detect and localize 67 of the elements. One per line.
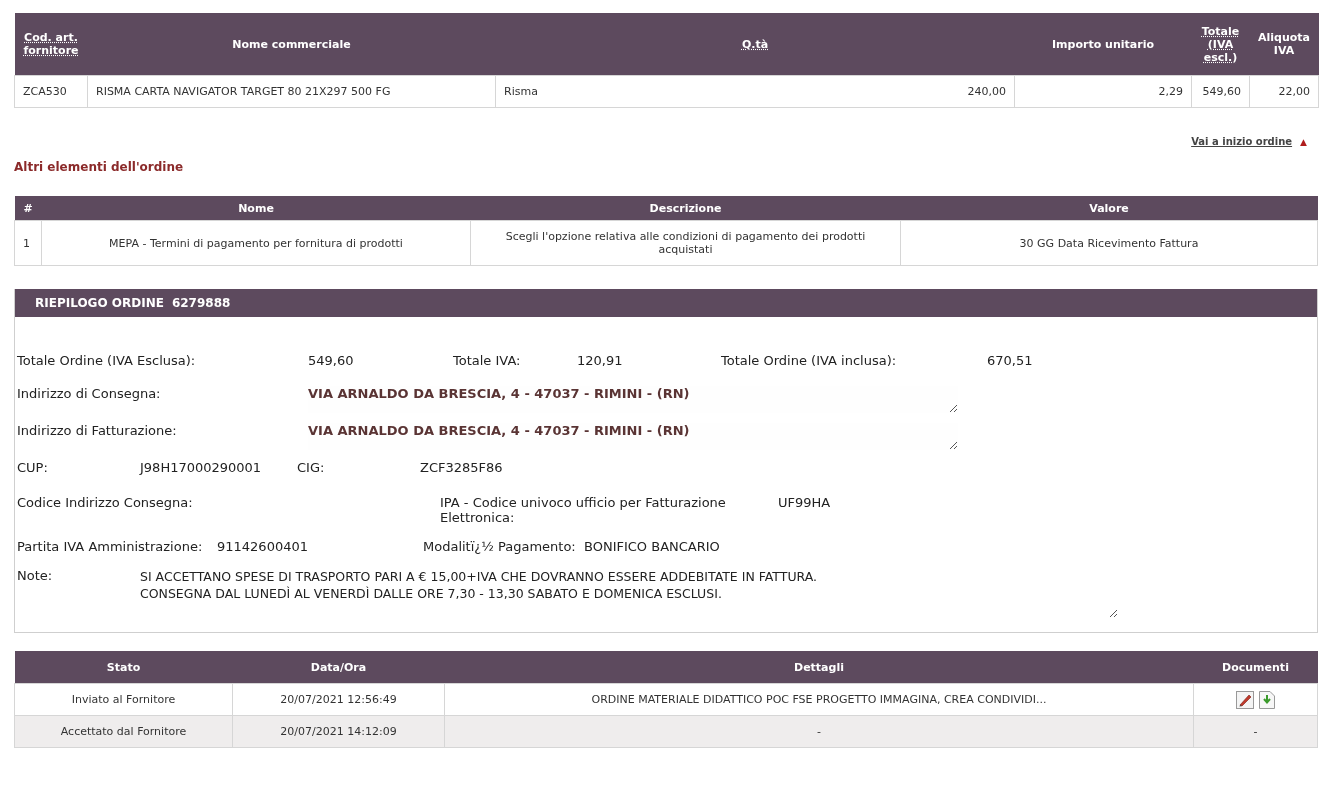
column-header: Documenti bbox=[1193, 651, 1318, 684]
field-label: Totale Ordine (IVA inclusa): bbox=[721, 353, 898, 368]
column-header: Q.tà bbox=[495, 13, 1015, 76]
field-value: 670,51 bbox=[987, 353, 1033, 368]
table-cell: 1 bbox=[14, 220, 42, 266]
column-header: Data/Ora bbox=[232, 651, 445, 684]
table-cell: 30 GG Data Ricevimento Fattura bbox=[900, 220, 1318, 266]
resize-grip-icon[interactable] bbox=[949, 404, 958, 413]
field-label: IPA - Codice univoco ufficio per Fatturazione Elettronica: bbox=[440, 495, 727, 525]
column-header: Cod. art. fornitore bbox=[14, 13, 88, 76]
column-header: Importo unitario bbox=[1014, 13, 1192, 76]
table-cell: Scegli l'opzione relativa alle condizioni di pagamento dei prodotti acquistati bbox=[470, 220, 901, 266]
field-value: 120,91 bbox=[577, 353, 624, 368]
field-value: UF99HA bbox=[778, 495, 831, 510]
back-to-top-link[interactable]: Vai a inizio ordine bbox=[1191, 136, 1293, 147]
field-label: Partita IVA Amministrazione: bbox=[17, 539, 204, 554]
address-field[interactable]: VIA ARNALDO DA BRESCIA, 4 - 47037 - RIMINI - (RN) bbox=[308, 423, 958, 450]
notes-field[interactable]: SI ACCETTANO SPESE DI TRASPORTO PARI A € 15,00+IVA CHE DOVRANNO ESSERE ADDEBITATE IN FATTURA. CONSEGNA DAL LUNEDÌ AL VENERDÌ DALLE ORE 7,30 - 13,30 SABATO E DOMENICA ESCLUSI. bbox=[140, 568, 1118, 618]
field-value: 91142600401 bbox=[217, 539, 309, 554]
table-cell: 2,29 bbox=[1014, 75, 1192, 108]
section-title: Altri elementi dell'ordine bbox=[14, 160, 185, 174]
table-cell: ORDINE MATERIALE DIDATTICO POC FSE PROGETTO IMMAGINA, CREA CONDIVIDI... bbox=[444, 683, 1194, 716]
field-value: BONIFICO BANCARIO bbox=[584, 539, 720, 554]
table-cell: RISMA CARTA NAVIGATOR TARGET 80 21X297 500 FG bbox=[87, 75, 496, 108]
field-value: ZCF3285F86 bbox=[420, 460, 503, 475]
resize-grip-icon[interactable] bbox=[1109, 609, 1118, 618]
table-cell: Inviato al Fornitore bbox=[14, 683, 233, 716]
column-header: Valore bbox=[900, 196, 1318, 221]
up-arrow-icon: ▲ bbox=[1300, 136, 1307, 147]
table-cell: 240,00 bbox=[755, 75, 1015, 108]
field-label: CIG: bbox=[297, 460, 326, 475]
order-number: 6279888 bbox=[171, 296, 231, 310]
field-label: Modalitï¿½ Pagamento: bbox=[423, 539, 577, 554]
edit-document-icon[interactable] bbox=[1236, 690, 1254, 709]
table-cell: Accettato dal Fornitore bbox=[14, 715, 233, 748]
column-header: Nome commerciale bbox=[87, 13, 496, 76]
table-cell: - bbox=[444, 715, 1194, 748]
field-value: 549,60 bbox=[308, 353, 355, 368]
field-label: Codice Indirizzo Consegna: bbox=[17, 495, 194, 510]
table-cell: MEPA - Termini di pagamento per fornitura di prodotti bbox=[41, 220, 471, 266]
field-label: Indirizzo di Consegna: bbox=[17, 386, 162, 401]
table-cell: Risma bbox=[495, 75, 756, 108]
field-value: J98H17000290001 bbox=[140, 460, 263, 475]
field-label: Totale Ordine (IVA Esclusa): bbox=[17, 353, 197, 368]
column-header: # bbox=[14, 196, 42, 221]
field-label: Note: bbox=[17, 568, 54, 583]
field-label: Totale IVA: bbox=[453, 353, 522, 368]
table-cell: 549,60 bbox=[1191, 75, 1250, 108]
download-document-icon[interactable] bbox=[1259, 690, 1275, 709]
field-label: Indirizzo di Fatturazione: bbox=[17, 423, 178, 438]
column-header: Dettagli bbox=[444, 651, 1194, 684]
address-field[interactable]: VIA ARNALDO DA BRESCIA, 4 - 47037 - RIMINI - (RN) bbox=[308, 386, 958, 413]
table-cell: 20/07/2021 12:56:49 bbox=[232, 683, 445, 716]
panel-title: RIEPILOGO ORDINE bbox=[35, 296, 164, 310]
column-header: Nome bbox=[41, 196, 471, 221]
note-line: SI ACCETTANO SPESE DI TRASPORTO PARI A € 15,00+IVA CHE DOVRANNO ESSERE ADDEBITATE IN FATTURA. bbox=[140, 568, 819, 585]
table-cell: 20/07/2021 14:12:09 bbox=[232, 715, 445, 748]
table-cell: ZCA530 bbox=[14, 75, 88, 108]
resize-grip-icon[interactable] bbox=[949, 441, 958, 450]
column-header: Stato bbox=[14, 651, 233, 684]
column-header: Totale (IVA escl.) bbox=[1191, 13, 1250, 76]
table-cell: 22,00 bbox=[1249, 75, 1319, 108]
field-label: CUP: bbox=[17, 460, 49, 475]
note-line: CONSEGNA DAL LUNEDÌ AL VENERDÌ DALLE ORE 7,30 - 13,30 SABATO E DOMENICA ESCLUSI. bbox=[140, 585, 723, 602]
column-header: Descrizione bbox=[470, 196, 901, 221]
column-header: Aliquota IVA bbox=[1249, 13, 1319, 76]
table-cell: - bbox=[1193, 715, 1318, 748]
